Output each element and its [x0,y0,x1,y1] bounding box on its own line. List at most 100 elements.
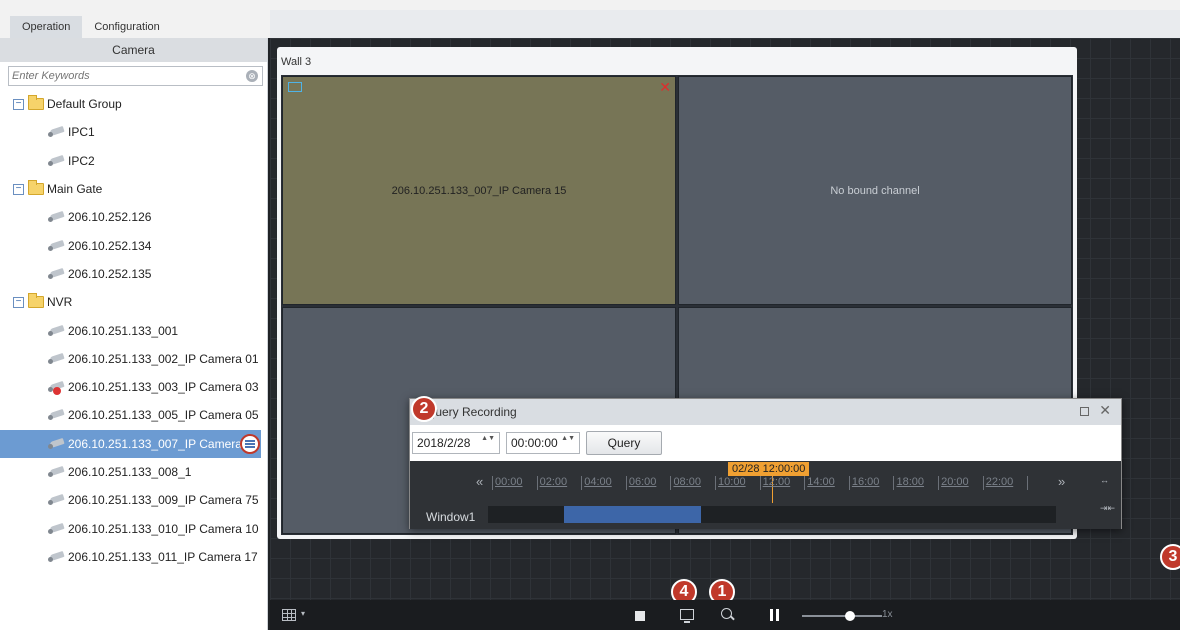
tree-item-label: 206.10.252.134 [68,238,152,253]
collapse-icon[interactable]: ⇥⇤ [1100,503,1115,514]
tree-camera-item[interactable]: 206.10.251.133_008_1 [0,458,267,486]
wall-window-2[interactable]: No bound channel [678,76,1072,305]
tree-item-label: Default Group [47,97,122,112]
tree-camera-item[interactable]: 206.10.251.133_001 [0,316,267,344]
timeline-next-icon[interactable]: » [1058,474,1065,489]
chevron-down-icon[interactable]: ▾ [301,609,305,618]
dialog-title: Query Recording [426,405,517,419]
search-icon[interactable] [721,608,732,619]
tree-item-label: 206.10.251.133_010_IP Camera 10 [68,521,259,536]
top-bar: Operation Configuration [0,0,1180,38]
camera-icon [48,211,66,223]
close-icon[interactable]: ✕ [1099,402,1111,419]
collapse-toggle-icon[interactable]: − [13,98,24,110]
timeline-tick-label: 10:00 [715,476,760,490]
list-icon[interactable] [240,433,260,454]
tree-camera-item[interactable]: 206.10.252.134 [0,231,267,259]
camera-tree: − Default Group IPC1 IPC2 − Main Gate 206.10.2… [0,90,267,571]
timeline-tick-label: 22:00 [982,476,1028,490]
monitor-icon[interactable] [680,609,694,623]
tree-group[interactable]: − NVR [0,288,267,316]
clear-icon[interactable]: ⊗ [246,70,258,82]
camera-icon [48,352,66,365]
camera-icon [48,465,66,478]
tree-camera-item[interactable]: IPC1 [0,118,267,146]
maximize-icon[interactable] [1080,407,1089,416]
tree-item-label: 206.10.251.133_009_IP Camera 75 [68,493,259,508]
date-field[interactable]: 2018/2/28 ▲▼ [412,432,500,454]
tab-operation[interactable]: Operation [10,16,83,38]
close-icon[interactable]: ✕ [659,79,671,96]
tree-camera-item[interactable]: 206.10.251.133_002_IP Camera 01 [0,345,267,373]
time-spinner-icon[interactable]: ▲▼ [561,435,575,443]
recording-timeline[interactable]: 02/28 12:00:00 « 00:00 02:00 04:00 06:00 08:… [410,461,1121,529]
search-input[interactable] [9,67,262,85]
tree-item-label: 206.10.251.133_003_IP Camera 03 [68,380,259,395]
top-bar-strip [270,10,1180,38]
recording-segment[interactable] [563,506,701,523]
tree-camera-item[interactable]: 206.10.251.133_009_IP Camera 75 [0,486,267,514]
tree-item-label: IPC2 [68,153,95,168]
timeline-tick-label: 12:00 [759,476,805,490]
tree-item-label: 206.10.251.133_005_IP Camera 05 [68,408,259,423]
speed-slider[interactable] [802,615,882,617]
tree-item-label: 206.10.251.133_001 [68,323,179,338]
tree-camera-item[interactable]: IPC2 [0,147,267,175]
camera-panel: Camera ⊗ − Default Group IPC1 IPC2 − Main Gat… [0,38,268,630]
wall-title: Wall 3 [281,56,312,68]
tree-camera-item[interactable]: 206.10.251.133_005_IP Camera 05 [0,401,267,429]
collapse-toggle-icon[interactable]: − [13,183,24,195]
timeline-prev-icon[interactable]: « [476,474,483,489]
timeline-track[interactable] [488,506,1056,523]
tree-item-label: NVR [47,295,73,310]
tree-camera-item[interactable]: 206.10.251.133_003_IP Camera 03 [0,373,267,401]
pause-icon[interactable] [770,609,779,621]
timeline-tick-label: 00:00 [492,476,537,490]
tab-configuration[interactable]: Configuration [82,16,171,38]
wall-window-1[interactable]: ✕ 206.10.251.133_007_IP Camera 15 [282,76,676,305]
expand-icon[interactable]: ↔ [1100,475,1109,485]
time-field[interactable]: 00:00:00 ▲▼ [506,432,580,454]
date-value: 2018/2/28 [417,436,471,450]
tree-group[interactable]: − Main Gate [0,175,267,203]
tree-item-label: 206.10.252.126 [68,210,152,225]
timeline-tick-label: 08:00 [670,476,715,490]
dialog-toolbar: 2018/2/28 ▲▼ 00:00:00 ▲▼ Query [410,425,1121,461]
camera-icon [48,409,66,421]
collapse-toggle-icon[interactable]: − [13,296,24,308]
camera-icon [48,267,66,280]
stop-icon[interactable] [635,611,645,621]
date-spinner-icon[interactable]: ▲▼ [481,435,495,443]
camera-icon [48,381,66,396]
timeline-tick-label: 20:00 [938,476,983,490]
tree-group[interactable]: − Default Group [0,90,267,118]
tree-camera-item[interactable]: 206.10.252.126 [0,203,267,231]
tree-item-label: 206.10.251.133_008_1 [68,465,192,479]
tree-item-label: 206.10.251.133_007_IP Camera [68,436,242,451]
timeline-row-label: Window1 [426,510,476,524]
tree-camera-item[interactable]: 206.10.251.133_011_IP Camera 17 [0,543,267,571]
camera-icon [48,239,66,252]
step-badge-2: 2 [411,396,437,422]
tree-item-label: 206.10.252.135 [68,266,152,281]
camera-icon [48,126,66,138]
tree-item-label: IPC1 [68,125,95,140]
grid-layout-icon[interactable] [282,609,296,621]
tree-camera-item[interactable]: 206.10.251.133_010_IP Camera 10 [0,514,267,542]
tree-camera-item[interactable]: 206.10.252.135 [0,260,267,288]
query-button[interactable]: Query [586,431,662,455]
timeline-tick-label: 06:00 [625,476,671,490]
timeline-tick-label: 14:00 [804,476,849,490]
camera-icon [48,324,66,337]
window-channel-label: 206.10.251.133_007_IP Camera 15 [391,184,567,197]
window-screen-icon [288,82,302,92]
playback-toolbar: ▾ 1x [270,600,1180,630]
camera-icon [48,437,66,450]
speed-slider-knob[interactable] [845,611,855,621]
step-badge-3: 3 [1160,544,1180,570]
tree-camera-item[interactable]: 206.10.251.133_007_IP Camera [0,429,261,458]
speed-label: 1x [882,609,893,620]
timeline-tick-label: 04:00 [581,476,626,490]
query-recording-dialog: Query Recording ✕ 2018/2/28 ▲▼ 00:00:00 … [409,398,1122,529]
dialog-title-bar[interactable]: Query Recording ✕ [410,399,1121,425]
